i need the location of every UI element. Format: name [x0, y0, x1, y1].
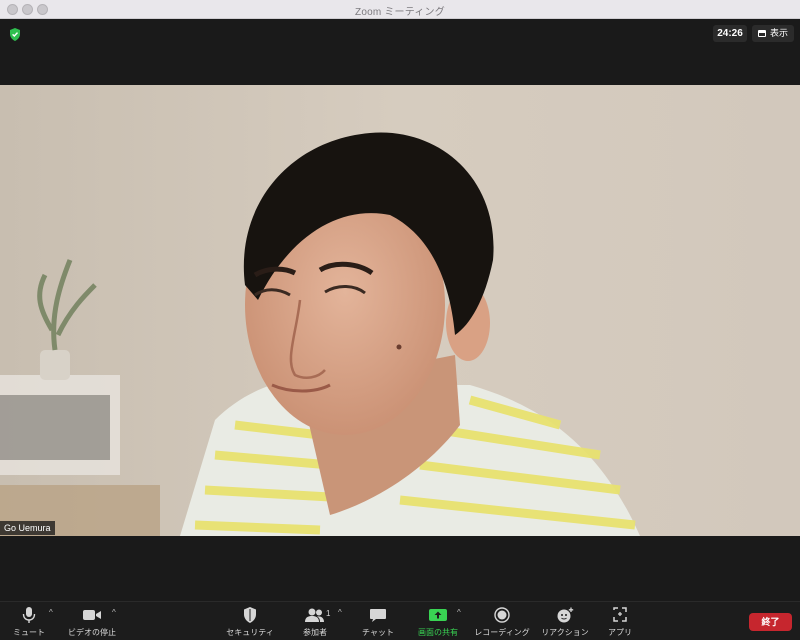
security-label: セキュリティ	[226, 628, 274, 637]
end-meeting-button[interactable]: 終了	[749, 613, 792, 631]
stop-video-button[interactable]: ビデオの停止	[66, 606, 118, 639]
security-button[interactable]: セキュリティ	[224, 606, 276, 639]
record-label: レコーディング	[474, 628, 530, 637]
audio-options-chevron-icon[interactable]: ^	[49, 608, 53, 617]
participants-label: 参加者	[303, 628, 327, 637]
meeting-timer: 24:26	[713, 25, 747, 42]
video-camera-icon	[83, 610, 101, 620]
participant-video[interactable]	[0, 85, 800, 536]
video-frame-image	[0, 85, 800, 536]
participants-options-chevron-icon[interactable]: ^	[338, 608, 342, 617]
participants-icon	[305, 608, 324, 622]
record-icon	[494, 607, 510, 623]
chat-label: チャット	[362, 628, 394, 637]
apps-button[interactable]: アプリ	[604, 606, 636, 639]
participant-name-tag: Go Uemura	[0, 521, 55, 535]
reactions-label: リアクション	[541, 628, 589, 637]
mute-button[interactable]: ミュート	[8, 606, 50, 639]
security-shield-toolbar-icon	[244, 607, 256, 623]
chat-bubble-icon	[370, 609, 386, 622]
view-label: 表示	[770, 28, 789, 38]
share-screen-icon	[429, 609, 447, 621]
microphone-icon	[22, 607, 36, 623]
apps-label: アプリ	[608, 628, 632, 637]
record-button[interactable]: レコーディング	[472, 606, 532, 639]
window-titlebar: Zoom ミーティング	[0, 0, 800, 19]
share-screen-label: 画面の共有	[418, 628, 458, 637]
reaction-smiley-icon	[557, 607, 574, 623]
stop-video-label: ビデオの停止	[68, 628, 116, 637]
view-button[interactable]: 表示	[752, 25, 794, 42]
participant-count-badge: 1	[326, 609, 331, 618]
grid-view-icon	[758, 30, 766, 37]
video-options-chevron-icon[interactable]: ^	[112, 608, 116, 617]
window-title: Zoom ミーティング	[355, 7, 445, 18]
reactions-button[interactable]: リアクション	[538, 606, 592, 639]
mute-label: ミュート	[13, 628, 45, 637]
share-screen-button[interactable]: 画面の共有	[416, 606, 460, 639]
share-options-chevron-icon[interactable]: ^	[457, 608, 461, 617]
apps-icon	[613, 607, 627, 622]
security-shield-icon[interactable]	[9, 28, 21, 41]
chat-button[interactable]: チャット	[360, 606, 396, 639]
meeting-toolbar: ミュート ^ ビデオの停止 ^ セキュリティ 参加者 1 ^ チャット 画面の共…	[0, 601, 800, 640]
